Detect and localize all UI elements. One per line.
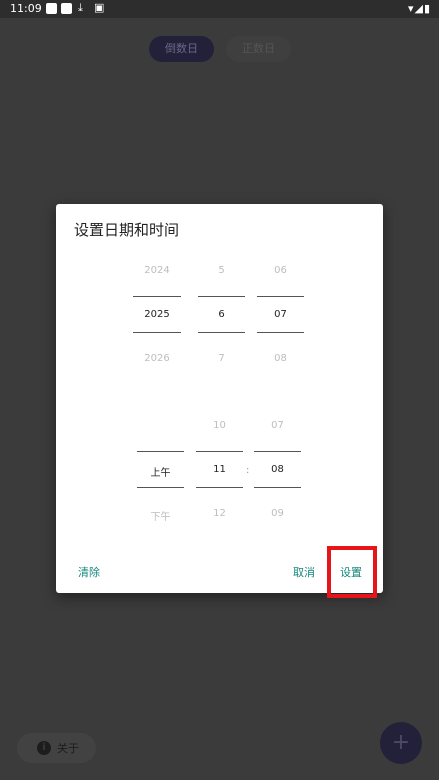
about-button[interactable]: i 关于 <box>17 733 96 763</box>
picker-divider <box>133 332 181 333</box>
datetime-dialog: 设置日期和时间 2024 2025 2026 5 6 7 06 07 08 上午… <box>56 204 383 593</box>
time-separator: : <box>246 465 250 476</box>
minute-selected[interactable]: 08 <box>254 464 301 475</box>
month-selected[interactable]: 6 <box>198 309 245 320</box>
day-picker[interactable]: 06 07 08 <box>257 264 304 376</box>
hour-selected[interactable]: 11 <box>196 464 243 475</box>
top-tabs: 倒数日 正数日 <box>0 36 439 62</box>
hour-picker[interactable]: 10 11 12 <box>196 419 243 531</box>
picker-divider <box>137 487 184 488</box>
hour-next[interactable]: 12 <box>196 508 243 519</box>
set-button-highlight <box>327 546 377 598</box>
ampm-picker[interactable]: 上午 下午 <box>137 419 184 531</box>
day-prev[interactable]: 06 <box>257 265 304 276</box>
minute-picker[interactable]: 07 08 09 <box>254 419 301 531</box>
download-icon: ⤓ <box>78 1 83 14</box>
status-bar: 11:09 ⤓ ▣ ▾◢▮ <box>0 0 439 18</box>
ampm-next[interactable]: 下午 <box>137 508 184 523</box>
picker-divider <box>196 487 243 488</box>
signal-icon: ◢ <box>414 2 424 15</box>
minute-prev[interactable]: 07 <box>254 420 301 431</box>
picker-divider <box>254 487 301 488</box>
tab-countup[interactable]: 正数日 <box>226 36 291 62</box>
status-right-icons: ▾◢▮ <box>408 2 431 15</box>
add-fab-button[interactable]: + <box>380 722 422 764</box>
day-selected[interactable]: 07 <box>257 309 304 320</box>
battery-icon: ▮ <box>423 2 431 15</box>
picker-divider <box>137 451 184 452</box>
notification-square-icon <box>46 3 57 14</box>
status-time: 11:09 <box>10 2 42 15</box>
picker-divider <box>196 451 243 452</box>
plus-icon: + <box>391 730 411 755</box>
year-picker[interactable]: 2024 2025 2026 <box>133 264 181 376</box>
day-next[interactable]: 08 <box>257 353 304 364</box>
month-picker[interactable]: 5 6 7 <box>198 264 245 376</box>
ampm-selected[interactable]: 上午 <box>137 464 184 479</box>
picker-divider <box>198 296 245 297</box>
dialog-title: 设置日期和时间 <box>74 221 180 239</box>
picker-divider <box>254 451 301 452</box>
year-prev[interactable]: 2024 <box>133 265 181 276</box>
tab-countdown[interactable]: 倒数日 <box>149 36 214 62</box>
hour-prev[interactable]: 10 <box>196 420 243 431</box>
notification-square-icon <box>61 3 72 14</box>
minute-next[interactable]: 09 <box>254 508 301 519</box>
about-label: 关于 <box>57 742 79 755</box>
month-prev[interactable]: 5 <box>198 265 245 276</box>
picker-divider <box>257 296 304 297</box>
clear-button[interactable]: 清除 <box>78 564 100 580</box>
picker-divider <box>133 296 181 297</box>
image-notification-icon: ▣ <box>94 1 105 14</box>
year-next[interactable]: 2026 <box>133 353 181 364</box>
picker-divider <box>198 332 245 333</box>
cancel-button[interactable]: 取消 <box>293 564 315 580</box>
picker-divider <box>257 332 304 333</box>
year-selected[interactable]: 2025 <box>133 309 181 320</box>
month-next[interactable]: 7 <box>198 353 245 364</box>
info-icon: i <box>37 741 51 755</box>
